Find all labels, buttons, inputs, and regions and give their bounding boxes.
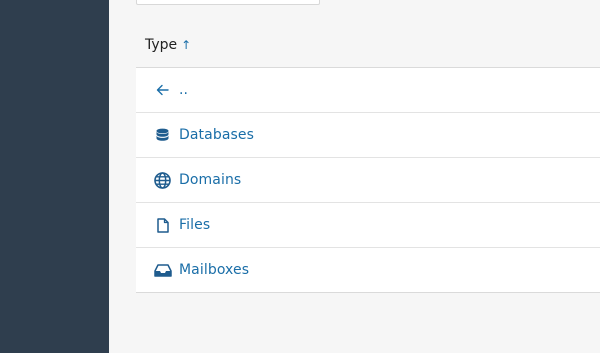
list-item-label: ..	[179, 82, 189, 98]
list-item-parent[interactable]: ..	[136, 68, 600, 113]
list-item-label: Files	[179, 217, 211, 233]
list-item-mailboxes[interactable]: Mailboxes	[136, 248, 600, 293]
main-content: Type ↑ .. Databases Domains Files Mailbo…	[109, 0, 600, 353]
column-header-label: Type	[145, 36, 178, 53]
arrow-left-icon	[153, 81, 172, 100]
type-list: .. Databases Domains Files Mailboxes	[136, 68, 600, 293]
sort-ascending-icon[interactable]: ↑	[181, 38, 191, 52]
database-icon	[153, 126, 172, 145]
search-input[interactable]	[136, 0, 320, 5]
globe-icon	[153, 171, 172, 190]
list-item-databases[interactable]: Databases	[136, 113, 600, 158]
list-item-domains[interactable]: Domains	[136, 158, 600, 203]
column-header-type[interactable]: Type ↑	[136, 22, 600, 68]
list-item-label: Databases	[179, 127, 254, 143]
file-icon	[153, 216, 172, 235]
sidebar	[0, 0, 109, 353]
list-item-label: Domains	[179, 172, 242, 188]
list-item-files[interactable]: Files	[136, 203, 600, 248]
list-item-label: Mailboxes	[179, 262, 250, 278]
inbox-icon	[153, 261, 172, 280]
